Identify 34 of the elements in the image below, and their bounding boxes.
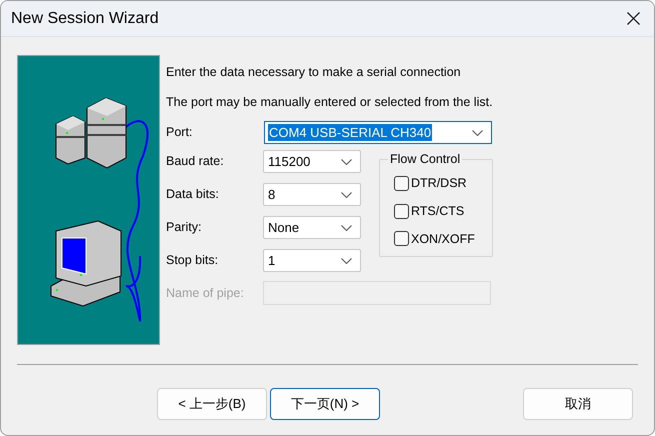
checkbox-label: DTR/DSR — [411, 175, 467, 192]
checkbox-label: RTS/CTS — [411, 202, 464, 220]
dropdown-value: None — [267, 219, 300, 236]
field-label: Port: — [166, 124, 194, 142]
dropdown-value: 1 — [267, 252, 276, 269]
checkbox[interactable] — [394, 176, 409, 191]
dropdown[interactable]: None — [263, 216, 361, 239]
chevron-down-icon — [341, 258, 352, 264]
field-label: Data bits: — [166, 186, 220, 204]
dropdown-value: 8 — [267, 186, 276, 203]
dropdown-value: COM4 USB-SERIAL CH340 — [268, 124, 432, 141]
dropdown[interactable]: COM4 USB-SERIAL CH340 — [264, 121, 492, 144]
chevron-down-icon — [472, 130, 483, 136]
hint-text: The port may be manually entered or selected from the list. — [166, 94, 493, 110]
chevron-down-icon — [341, 224, 352, 230]
field-label: Name of pipe: — [166, 284, 245, 302]
close-icon[interactable] — [627, 12, 640, 25]
dropdown[interactable]: 115200 — [263, 150, 361, 173]
intro-text: Enter the data necessary to make a serial connection — [166, 64, 462, 80]
checkbox[interactable] — [394, 231, 409, 246]
checkbox[interactable] — [394, 204, 409, 219]
wizard-button[interactable]: 取消 — [523, 388, 633, 420]
dropdown[interactable]: 1 — [263, 249, 361, 272]
wizard-button[interactable]: < 上一步(B) — [157, 388, 267, 420]
checkbox-label: XON/XOFF — [411, 230, 475, 248]
dropdown-value: 115200 — [267, 153, 312, 170]
field-label: Stop bits: — [166, 252, 220, 270]
field-label: Parity: — [166, 219, 202, 236]
chevron-down-icon — [341, 158, 352, 164]
dropdown[interactable]: 8 — [263, 183, 361, 206]
wizard-button[interactable]: 下一页(N) > — [270, 388, 380, 420]
window-title: New Session Wizard — [11, 8, 159, 28]
chevron-down-icon — [341, 192, 352, 198]
field-label: Baud rate: — [166, 153, 225, 170]
